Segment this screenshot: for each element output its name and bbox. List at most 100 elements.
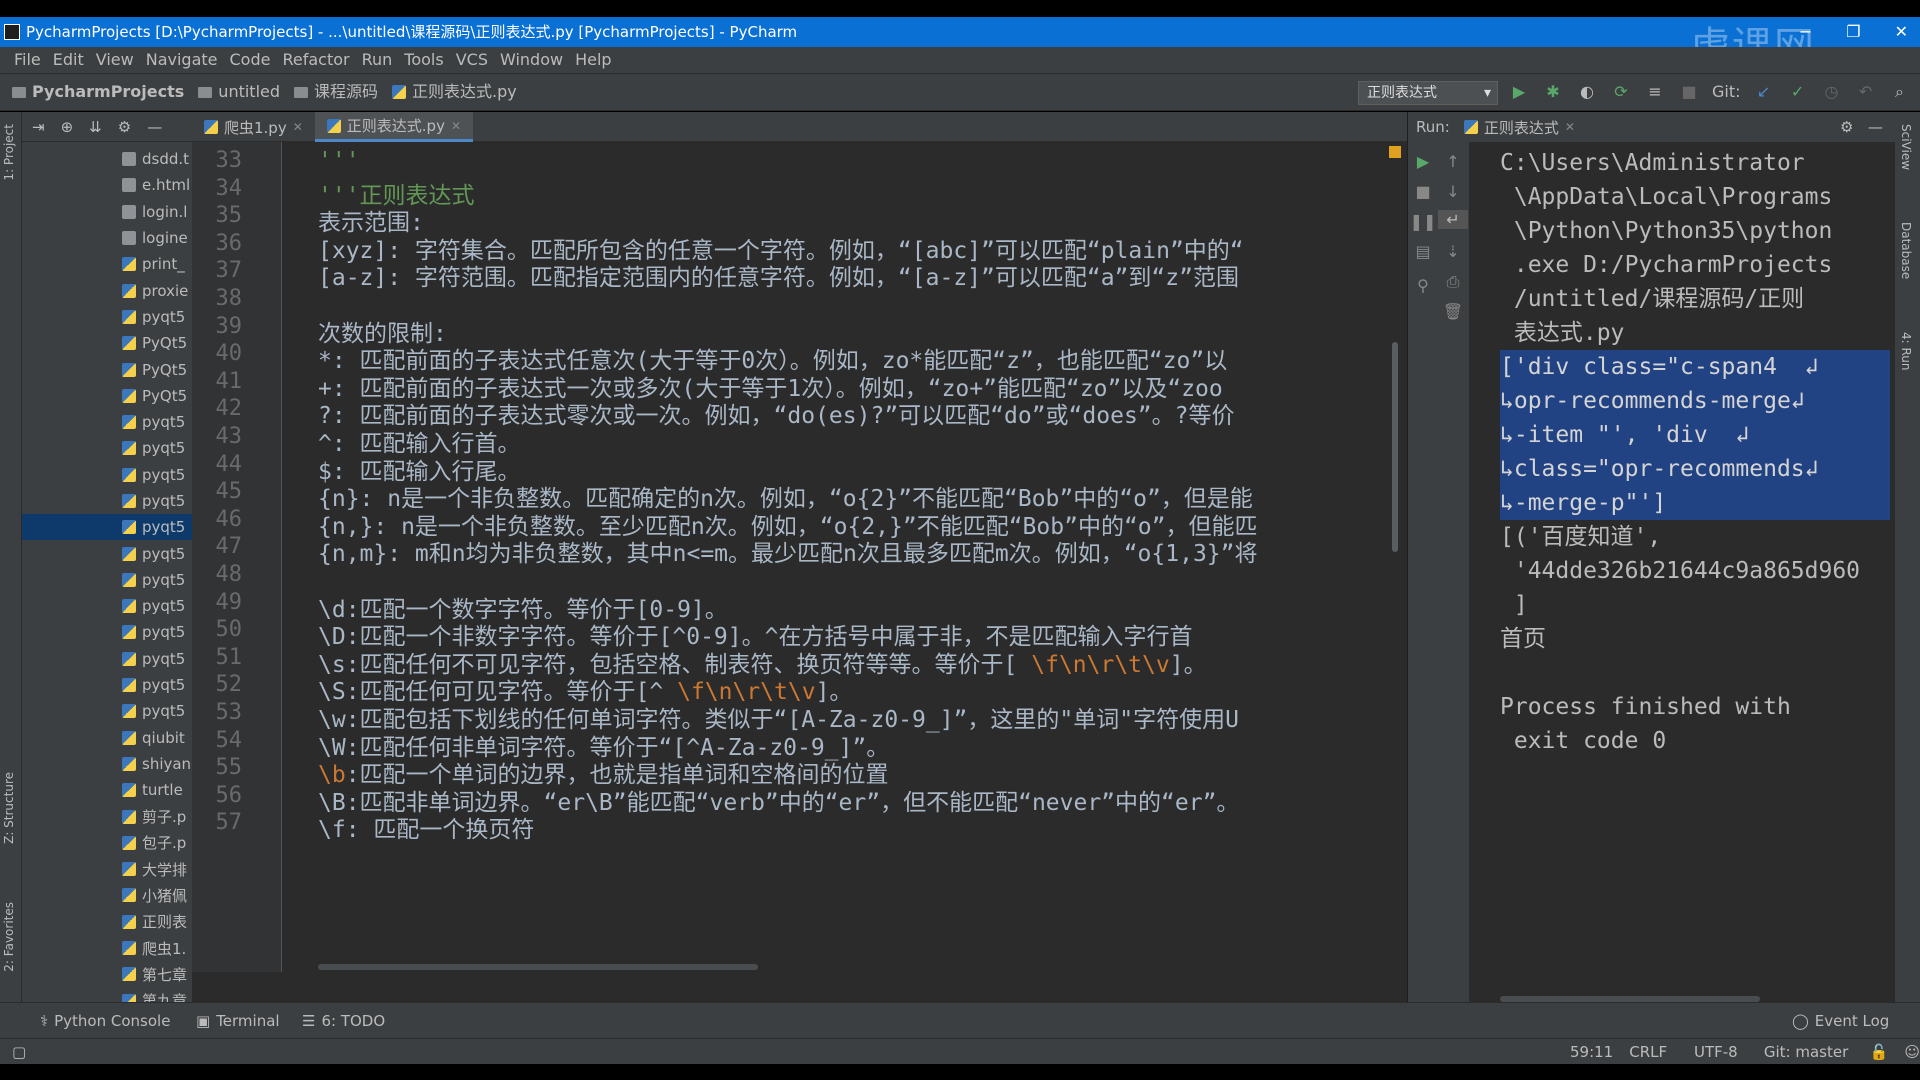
soft-wrap-icon[interactable]: ↵: [1438, 210, 1468, 229]
hide-icon[interactable]: —: [147, 118, 162, 136]
stop-icon[interactable]: ■: [1408, 182, 1438, 201]
menu-vcs[interactable]: VCS: [450, 47, 494, 73]
scroll-from-source-icon[interactable]: ⇥: [32, 118, 45, 136]
tab-project[interactable]: 1: Project: [2, 124, 16, 181]
menu-window[interactable]: Window: [494, 47, 569, 73]
project-file-item[interactable]: e.html: [22, 172, 192, 198]
menu-run[interactable]: Run: [356, 47, 399, 73]
tab-python-console[interactable]: ⚕ Python Console: [40, 1003, 170, 1039]
project-file-item[interactable]: pyqt5: [22, 409, 192, 435]
project-file-item[interactable]: 剪子.p: [22, 803, 192, 829]
run-icon[interactable]: ▶: [1508, 74, 1530, 110]
tab-todo[interactable]: ☰ 6: TODO: [302, 1003, 385, 1039]
restore-button[interactable]: ❐: [1846, 17, 1860, 47]
collapse-all-icon[interactable]: ⇊: [89, 118, 102, 136]
pause-icon[interactable]: ❚❚: [1408, 212, 1438, 231]
close-icon[interactable]: ✕: [451, 119, 461, 133]
code-area[interactable]: ''' '''正则表达式 表示范围: [xyz]: 字符集合。匹配所包含的任意一个字符…: [318, 142, 1398, 972]
project-file-item[interactable]: shiyan: [22, 751, 192, 777]
menu-view[interactable]: View: [90, 47, 140, 73]
concurrency-icon[interactable]: ≡: [1644, 74, 1666, 110]
history-icon[interactable]: ◷: [1821, 74, 1843, 110]
breadcrumb-file[interactable]: 正则表达式.py: [392, 74, 517, 110]
close-icon[interactable]: ✕: [293, 120, 303, 134]
project-file-item[interactable]: 爬虫1.: [22, 935, 192, 961]
project-file-item[interactable]: 大学排: [22, 856, 192, 882]
menu-tools[interactable]: Tools: [398, 47, 449, 73]
stop-icon[interactable]: ■: [1678, 74, 1700, 110]
menu-help[interactable]: Help: [569, 47, 617, 73]
project-file-item[interactable]: dsdd.t: [22, 146, 192, 172]
debug-icon[interactable]: ✱: [1542, 74, 1564, 110]
project-file-item[interactable]: 正则表: [22, 909, 192, 935]
project-file-item[interactable]: pyqt5: [22, 488, 192, 514]
breadcrumb-project[interactable]: PycharmProjects: [12, 74, 184, 110]
project-file-item[interactable]: pyqt5: [22, 698, 192, 724]
hide-icon[interactable]: —: [1868, 118, 1883, 136]
project-file-item[interactable]: PyQt5: [22, 383, 192, 409]
git-update-icon[interactable]: ↙: [1753, 74, 1775, 110]
project-file-item[interactable]: login.l: [22, 199, 192, 225]
tab-spider1-py[interactable]: 爬虫1.py ✕: [192, 112, 315, 142]
breadcrumb-untitled[interactable]: untitled: [198, 74, 280, 110]
menu-code[interactable]: Code: [224, 47, 277, 73]
project-file-item[interactable]: pyqt5: [22, 304, 192, 330]
rerun-icon[interactable]: ▶: [1408, 152, 1438, 171]
project-file-item[interactable]: pyqt5: [22, 514, 192, 541]
print-icon[interactable]: ⎙: [1438, 272, 1468, 292]
project-file-item[interactable]: pyqt5: [22, 593, 192, 619]
menu-file[interactable]: File: [8, 47, 47, 73]
tab-database[interactable]: Database: [1899, 222, 1913, 279]
warning-marker-icon[interactable]: [1389, 146, 1401, 158]
project-file-item[interactable]: PyQt5: [22, 330, 192, 356]
coverage-icon[interactable]: ◐: [1576, 74, 1598, 110]
menu-refactor[interactable]: Refactor: [276, 47, 355, 73]
tab-sciview[interactable]: SciView: [1899, 124, 1913, 170]
project-file-item[interactable]: logine: [22, 225, 192, 251]
menu-navigate[interactable]: Navigate: [140, 47, 224, 73]
tab-run[interactable]: 4: Run: [1899, 332, 1913, 371]
project-file-item[interactable]: 包子.p: [22, 830, 192, 856]
up-arrow-icon[interactable]: ↑: [1438, 152, 1468, 171]
project-file-item[interactable]: pyqt5: [22, 462, 192, 488]
tool-windows-icon[interactable]: ▢: [12, 1039, 26, 1065]
project-file-item[interactable]: 第七章: [22, 961, 192, 987]
tab-regex-py[interactable]: 正则表达式.py ✕: [314, 112, 474, 142]
project-file-item[interactable]: 小猪佩: [22, 882, 192, 908]
close-button[interactable]: ✕: [1895, 17, 1908, 47]
gear-icon[interactable]: ⚙: [1840, 118, 1853, 136]
project-file-item[interactable]: pyqt5: [22, 435, 192, 461]
event-log-button[interactable]: ◯ Event Log: [1792, 1003, 1889, 1039]
tab-structure[interactable]: Z: Structure: [2, 772, 16, 844]
editor-vertical-scrollbar[interactable]: [1392, 342, 1398, 552]
search-icon[interactable]: ⌕: [1889, 74, 1911, 110]
project-file-item[interactable]: pyqt5: [22, 672, 192, 698]
project-file-item[interactable]: qiubit: [22, 725, 192, 751]
run-configuration-select[interactable]: 正则表达式 ▾: [1358, 81, 1498, 105]
project-file-item[interactable]: proxie: [22, 277, 192, 303]
close-icon[interactable]: ✕: [1565, 120, 1575, 134]
pin-icon[interactable]: ⚲: [1408, 276, 1438, 295]
project-file-item[interactable]: pyqt5: [22, 619, 192, 645]
project-file-item[interactable]: print_: [22, 251, 192, 277]
profile-icon[interactable]: ⟳: [1610, 74, 1632, 110]
down-arrow-icon[interactable]: ↓: [1438, 182, 1468, 201]
editor-horizontal-scrollbar[interactable]: [318, 964, 758, 970]
tab-favorites[interactable]: 2: Favorites: [2, 902, 16, 972]
restore-layout-icon[interactable]: ▤: [1408, 242, 1438, 261]
breadcrumb-source-folder[interactable]: 课程源码: [294, 74, 378, 110]
menu-edit[interactable]: Edit: [47, 47, 90, 73]
project-file-item[interactable]: PyQt5: [22, 356, 192, 382]
trash-icon[interactable]: 🗑: [1438, 302, 1468, 321]
run-tab[interactable]: 正则表达式 ✕: [1463, 117, 1575, 138]
gear-icon[interactable]: ⚙: [118, 118, 131, 136]
project-file-item[interactable]: pyqt5: [22, 540, 192, 566]
run-console-output[interactable]: C:\Users\Administrator \AppData\Local\Pr…: [1500, 146, 1890, 758]
scroll-to-end-icon[interactable]: ⇣: [1438, 242, 1468, 261]
project-file-item[interactable]: pyqt5: [22, 567, 192, 593]
tab-terminal[interactable]: ▣ Terminal: [196, 1003, 280, 1039]
project-file-item[interactable]: pyqt5: [22, 646, 192, 672]
project-file-item[interactable]: turtle: [22, 777, 192, 803]
locate-icon[interactable]: ⊕: [61, 118, 74, 136]
git-commit-icon[interactable]: ✓: [1787, 74, 1809, 110]
